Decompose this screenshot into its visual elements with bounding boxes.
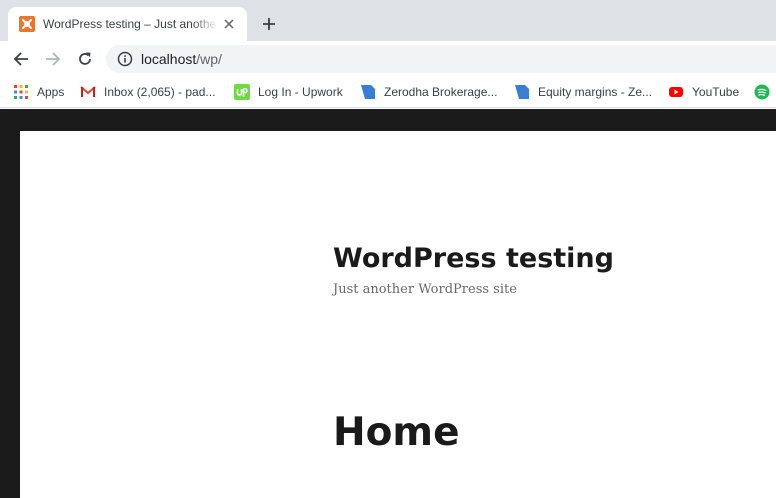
bookmark-zerodha-brokerage[interactable]: Zerodha Brokerage...	[360, 83, 497, 101]
bookmark-upwork-login[interactable]: Log In - Upwork	[234, 83, 343, 101]
page-title: Home	[333, 410, 460, 455]
apps-grid-icon	[13, 84, 29, 100]
site-title-link[interactable]: WordPress testing	[333, 243, 614, 274]
bookmark-label: Log In - Upwork	[258, 85, 343, 99]
address-bar[interactable]: localhost/wp/	[106, 45, 776, 73]
site-description: Just another WordPress site	[333, 282, 517, 297]
bookmarks-bar: Apps Inbox (2,065) - pad... Log In - Upw…	[0, 77, 776, 108]
back-arrow-icon[interactable]	[9, 47, 33, 71]
bookmark-equity-margins[interactable]: Equity margins - Ze...	[514, 83, 652, 101]
bookmark-label: YouTube	[692, 85, 740, 99]
close-icon[interactable]	[221, 16, 237, 32]
zerodha-icon	[360, 84, 376, 100]
info-icon[interactable]	[117, 51, 133, 67]
browser-toolbar: localhost/wp/	[0, 41, 776, 77]
upwork-icon	[234, 84, 250, 100]
youtube-icon	[668, 84, 684, 100]
forward-arrow-icon[interactable]	[41, 47, 65, 71]
bookmark-label: Inbox (2,065) - pad...	[104, 85, 216, 99]
bookmark-label: Apps	[37, 85, 65, 99]
bookmark-apps[interactable]: Apps	[13, 83, 64, 101]
gmail-icon	[80, 84, 96, 100]
reload-icon[interactable]	[73, 47, 97, 71]
bookmark-gmail-inbox[interactable]: Inbox (2,065) - pad...	[80, 83, 215, 101]
spotify-icon	[754, 84, 770, 100]
bookmark-youtube[interactable]: YouTube	[668, 83, 739, 101]
tab-strip: WordPress testing – Just another WordPre…	[0, 0, 776, 41]
bookmark-label: Zerodha Brokerage...	[384, 85, 498, 99]
zerodha-icon	[514, 84, 530, 100]
bookmark-label: Equity margins - Ze...	[538, 85, 653, 99]
tab-title: WordPress testing – Just another WordPre…	[43, 17, 218, 31]
url-host: localhost	[141, 51, 197, 67]
page-viewport: WordPress testing Just another WordPress…	[0, 109, 776, 498]
xampp-icon	[19, 16, 35, 32]
page-content: WordPress testing Just another WordPress…	[20, 131, 776, 498]
url-path: /wp/	[196, 51, 222, 67]
bookmark-spotify[interactable]	[754, 83, 776, 101]
new-tab-plus-icon[interactable]	[258, 13, 280, 35]
url-text: localhost/wp/	[141, 51, 222, 67]
tab-wordpress-testing[interactable]: WordPress testing – Just another WordPre…	[8, 7, 247, 41]
